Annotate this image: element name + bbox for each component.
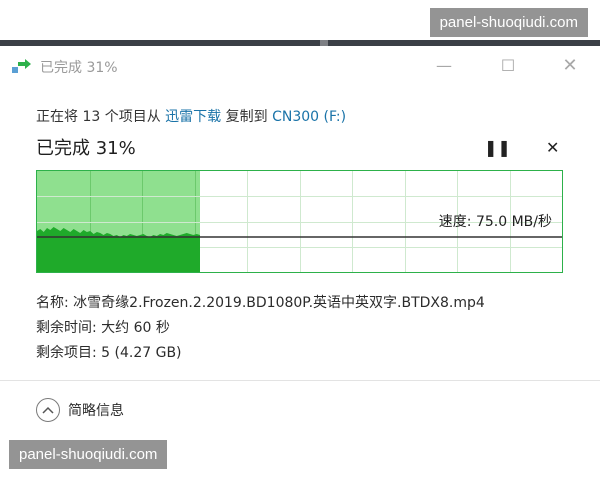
copy-arrow-icon — [12, 59, 31, 73]
file-name: 名称: 冰雪奇缘2.Frozen.2.2019.BD1080P.英语中英双字.B… — [36, 295, 485, 311]
progress-label: 已完成 31% — [36, 138, 136, 159]
source-link[interactable]: 迅雷下载 — [165, 109, 221, 125]
maximize-button[interactable]: ☐ — [496, 54, 520, 76]
copy-progress-dialog: 已完成 31% — ☐ ✕ 正在将 13 个项目从 迅雷下载 复制到 CN300… — [0, 46, 600, 440]
title-bar: 已完成 31% — ☐ ✕ — [0, 46, 600, 84]
watermark-bottom: panel-shuoqiudi.com — [9, 440, 168, 469]
window-title: 已完成 31% — [40, 60, 118, 76]
items-remaining: 剩余项目: 5 (4.27 GB) — [36, 345, 182, 361]
copy-description: 正在将 13 个项目从 迅雷下载 复制到 CN300 (F:) — [36, 109, 347, 125]
speed-label: 速度: 75.0 MB/秒 — [438, 214, 552, 230]
pause-button[interactable]: ❚❚ — [484, 138, 511, 157]
transfer-speed-graph: 速度: 75.0 MB/秒 — [36, 170, 563, 273]
divider — [0, 380, 600, 381]
time-remaining: 剩余时间: 大约 60 秒 — [36, 320, 170, 336]
chevron-up-icon — [36, 398, 60, 422]
cancel-button[interactable]: ✕ — [546, 138, 559, 157]
fewer-details-toggle[interactable]: 简略信息 — [36, 398, 124, 422]
destination-link[interactable]: CN300 (F:) — [272, 109, 346, 125]
watermark-top: panel-shuoqiudi.com — [429, 8, 588, 37]
minimize-button[interactable]: — — [432, 54, 456, 76]
fewer-details-label: 简略信息 — [68, 403, 124, 419]
close-button[interactable]: ✕ — [558, 54, 582, 76]
